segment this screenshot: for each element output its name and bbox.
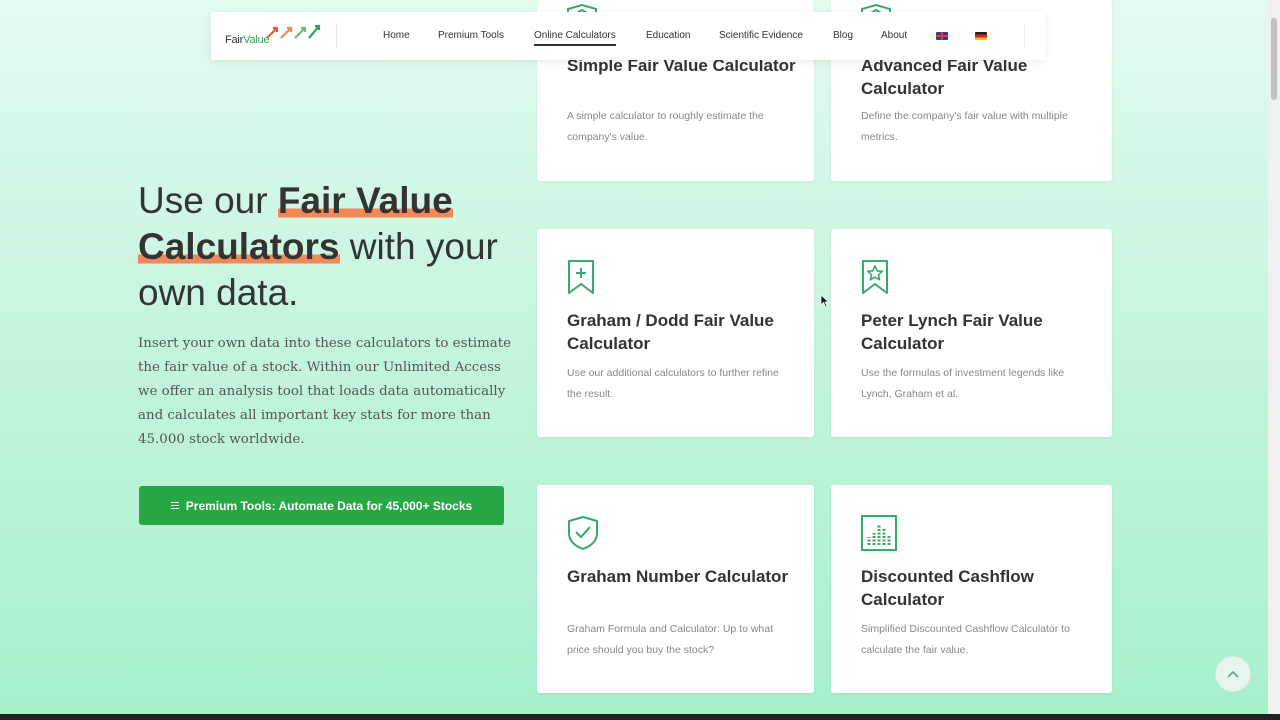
hero-title: Use our Fair Value Calculators with your o… [138, 180, 498, 313]
card-discounted-cashflow[interactable]: Discounted Cashflow Calculator Simplifie… [831, 485, 1112, 693]
flag-de-icon[interactable] [975, 32, 987, 40]
bookmark-plus-icon [568, 260, 594, 294]
card-description: Define the company's fair value with mul… [861, 110, 1068, 143]
site-logo[interactable]: FairValue [225, 24, 325, 48]
nav-premium-tools[interactable]: Premium Tools [438, 12, 504, 60]
logo-arrows-icon [266, 24, 321, 39]
card-title: Peter Lynch Fair Value Calculator [861, 311, 1043, 353]
premium-tools-button[interactable]: Premium Tools: Automate Data for 45,000+… [139, 486, 504, 525]
logo-text: FairValue [225, 34, 270, 46]
top-navbar: FairValue Home Premium Tools Online Calc… [211, 12, 1045, 60]
card-title: Graham Number Calculator [567, 567, 789, 586]
card-description: Simplified Discounted Cashflow Calculato… [861, 623, 1070, 656]
card-description: A simple calculator to roughly estimate … [567, 110, 764, 143]
scroll-to-top-button[interactable] [1215, 656, 1251, 692]
card-graham-dodd[interactable]: Graham / Dodd Fair Value Calculator Use … [537, 229, 814, 437]
nav-divider [336, 24, 337, 48]
nav-scientific-evidence[interactable]: Scientific Evidence [719, 12, 803, 60]
nav-online-calculators[interactable]: Online Calculators [534, 12, 616, 60]
chart-icon [861, 515, 897, 551]
menu-icon [170, 502, 179, 509]
nav-education[interactable]: Education [646, 12, 690, 60]
card-title: Discounted Cashflow Calculator [861, 567, 1034, 609]
card-description: Use the formulas of investment legends l… [861, 367, 1065, 400]
card-description: Graham Formula and Calculator: Up to wha… [567, 623, 774, 656]
nav-blog[interactable]: Blog [833, 12, 853, 60]
nav-about[interactable]: About [881, 12, 907, 60]
flag-uk-icon[interactable] [936, 32, 948, 40]
premium-tools-button-label: Premium Tools: Automate Data for 45,000+… [185, 498, 473, 513]
mouse-cursor-icon [820, 294, 830, 308]
bookmark-star-icon [862, 260, 888, 294]
card-title: Graham / Dodd Fair Value Calculator [567, 311, 774, 353]
scrollbar-thumb[interactable] [1271, 18, 1277, 100]
card-title: Advanced Fair Value Calculator [861, 56, 1028, 98]
card-description: Use our additional calculators to furthe… [567, 367, 779, 400]
nav-home[interactable]: Home [383, 12, 410, 60]
bottom-edge [0, 714, 1280, 720]
nav-divider-end [1024, 24, 1025, 48]
page-scrollbar[interactable] [1268, 0, 1280, 720]
card-peter-lynch[interactable]: Peter Lynch Fair Value Calculator Use th… [831, 229, 1112, 437]
card-graham-number[interactable]: Graham Number Calculator Graham Formula … [537, 485, 814, 693]
shield-check-icon [568, 516, 598, 550]
hero-description: Insert your own data into these calculat… [138, 336, 512, 447]
chevron-up-icon [1227, 670, 1239, 678]
